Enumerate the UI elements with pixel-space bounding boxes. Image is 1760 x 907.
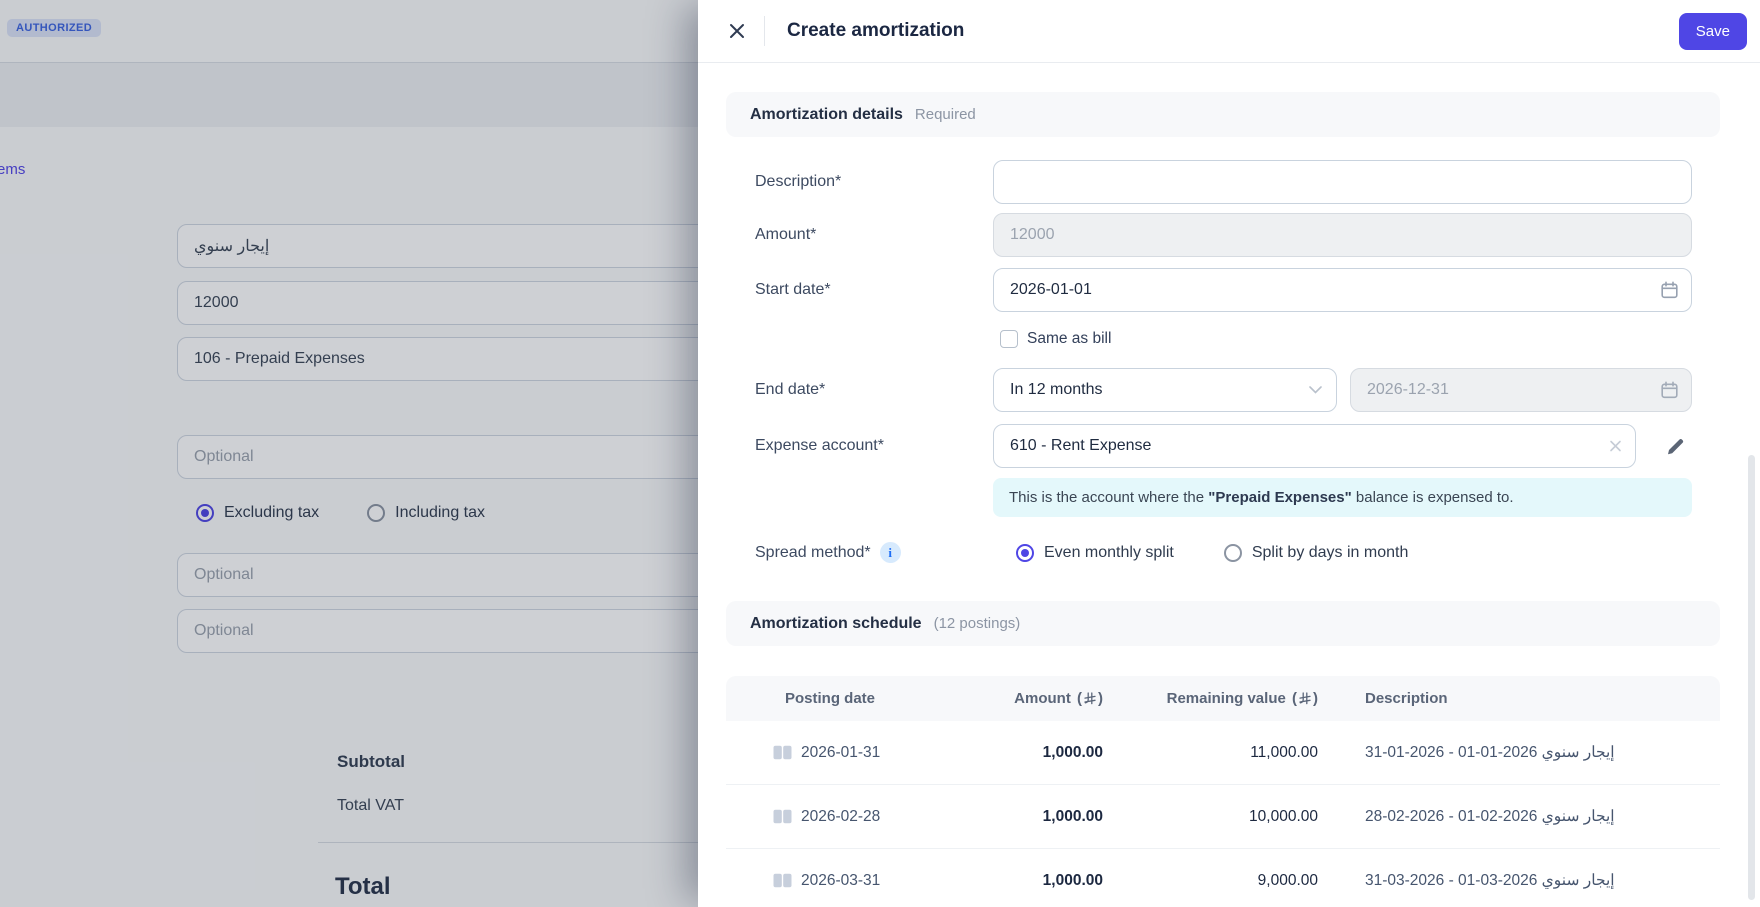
radio-selected-icon bbox=[1016, 544, 1034, 562]
schedule-table-body: 2026-01-311,000.0011,000.0031-01-2026 - … bbox=[726, 721, 1720, 907]
same-as-bill-checkbox[interactable] bbox=[1000, 330, 1018, 348]
radio-label: Split by days in month bbox=[1252, 544, 1409, 562]
description-cell: 28-02-2026 - 01-02-2026 إيجار سنوي bbox=[1318, 807, 1720, 826]
create-amortization-drawer: Create amortization Save Amortization de… bbox=[698, 0, 1760, 907]
column-header: Posting date bbox=[726, 690, 986, 707]
help-text-bold: "Prepaid Expenses" bbox=[1208, 489, 1351, 506]
description-cell: 31-01-2026 - 01-01-2026 إيجار سنوي bbox=[1318, 743, 1720, 762]
end-date-row: End date* In 12 months bbox=[755, 368, 1720, 412]
table-row[interactable]: 2026-01-311,000.0011,000.0031-01-2026 - … bbox=[726, 721, 1720, 785]
expense-account-help-banner: This is the account where the "Prepaid E… bbox=[993, 478, 1692, 517]
radio-label: Even monthly split bbox=[1044, 544, 1174, 562]
same-as-bill-row: Same as bill bbox=[1000, 330, 1720, 348]
end-date-label: End date* bbox=[755, 381, 993, 399]
drawer-header: Create amortization Save bbox=[698, 0, 1760, 63]
amortization-schedule-table: Posting dateAmount ()Remaining value ()D… bbox=[726, 676, 1720, 907]
remaining-value-cell: 9,000.00 bbox=[1103, 872, 1318, 890]
journal-book-icon bbox=[773, 745, 792, 760]
table-row[interactable]: 2026-02-281,000.0010,000.0028-02-2026 - … bbox=[726, 785, 1720, 849]
description-label: Description* bbox=[755, 173, 993, 191]
journal-book-icon bbox=[773, 809, 792, 824]
section-title: Amortization details bbox=[750, 106, 903, 124]
posting-date-cell: 2026-03-31 bbox=[726, 872, 986, 890]
journal-book-icon bbox=[773, 873, 792, 888]
section-note: (12 postings) bbox=[934, 615, 1021, 632]
remaining-value-cell: 11,000.00 bbox=[1103, 744, 1318, 762]
expense-account-label: Expense account* bbox=[755, 437, 993, 455]
amount-label: Amount* bbox=[755, 226, 993, 244]
remaining-value-cell: 10,000.00 bbox=[1103, 808, 1318, 826]
drawer-body: Amortization details Required Descriptio… bbox=[698, 63, 1760, 907]
help-text: balance is expensed to. bbox=[1352, 489, 1514, 506]
start-date-row: Start date* bbox=[755, 268, 1720, 312]
header-divider bbox=[764, 16, 765, 46]
amount-input bbox=[993, 213, 1692, 257]
column-header: Description bbox=[1318, 690, 1720, 707]
drawer-scrollbar[interactable] bbox=[1748, 455, 1755, 900]
end-date-preset-value: In 12 months bbox=[1010, 381, 1103, 399]
close-icon[interactable] bbox=[720, 14, 754, 48]
chevron-down-icon bbox=[1309, 386, 1322, 394]
section-title: Amortization schedule bbox=[750, 615, 922, 633]
spread-method-label: Spread method* bbox=[755, 544, 871, 562]
description-cell: 31-03-2026 - 01-03-2026 إيجار سنوي bbox=[1318, 871, 1720, 890]
start-date-label: Start date* bbox=[755, 281, 993, 299]
radio-split-by-days[interactable]: Split by days in month bbox=[1224, 544, 1409, 562]
amount-row: Amount* bbox=[755, 213, 1720, 257]
posting-date-cell: 2026-01-31 bbox=[726, 744, 986, 762]
expense-account-input[interactable] bbox=[993, 424, 1636, 468]
saudi-riyal-icon bbox=[1299, 692, 1311, 705]
same-as-bill-label: Same as bill bbox=[1027, 330, 1111, 348]
info-icon[interactable]: i bbox=[880, 542, 901, 563]
save-button[interactable]: Save bbox=[1679, 13, 1747, 50]
column-header: Remaining value () bbox=[1103, 690, 1318, 707]
end-date-input bbox=[1350, 368, 1692, 412]
details-section-header: Amortization details Required bbox=[726, 92, 1720, 137]
radio-unselected-icon bbox=[1224, 544, 1242, 562]
calendar-icon bbox=[1660, 381, 1679, 400]
clear-icon[interactable] bbox=[1608, 439, 1623, 454]
schedule-table-head: Posting dateAmount ()Remaining value ()D… bbox=[726, 676, 1720, 721]
radio-even-monthly-split[interactable]: Even monthly split bbox=[1016, 544, 1174, 562]
description-input[interactable] bbox=[993, 160, 1692, 204]
amount-cell: 1,000.00 bbox=[986, 808, 1103, 826]
spread-method-row: Spread method* i Even monthly split Spli… bbox=[755, 542, 1720, 563]
saudi-riyal-icon bbox=[1084, 692, 1096, 705]
edit-pencil-icon[interactable] bbox=[1658, 429, 1692, 463]
table-row[interactable]: 2026-03-311,000.009,000.0031-03-2026 - 0… bbox=[726, 849, 1720, 907]
expense-account-row: Expense account* bbox=[755, 424, 1720, 468]
amount-cell: 1,000.00 bbox=[986, 872, 1103, 890]
end-date-preset-select[interactable]: In 12 months bbox=[993, 368, 1337, 412]
amount-cell: 1,000.00 bbox=[986, 744, 1103, 762]
section-note: Required bbox=[915, 106, 976, 123]
column-header: Amount () bbox=[986, 690, 1103, 707]
description-row: Description* bbox=[755, 160, 1720, 204]
help-text: This is the account where the bbox=[1009, 489, 1208, 506]
drawer-title: Create amortization bbox=[787, 20, 964, 42]
calendar-icon[interactable] bbox=[1660, 281, 1679, 300]
start-date-input[interactable] bbox=[993, 268, 1692, 312]
schedule-section-header: Amortization schedule (12 postings) bbox=[726, 601, 1720, 646]
posting-date-cell: 2026-02-28 bbox=[726, 808, 986, 826]
